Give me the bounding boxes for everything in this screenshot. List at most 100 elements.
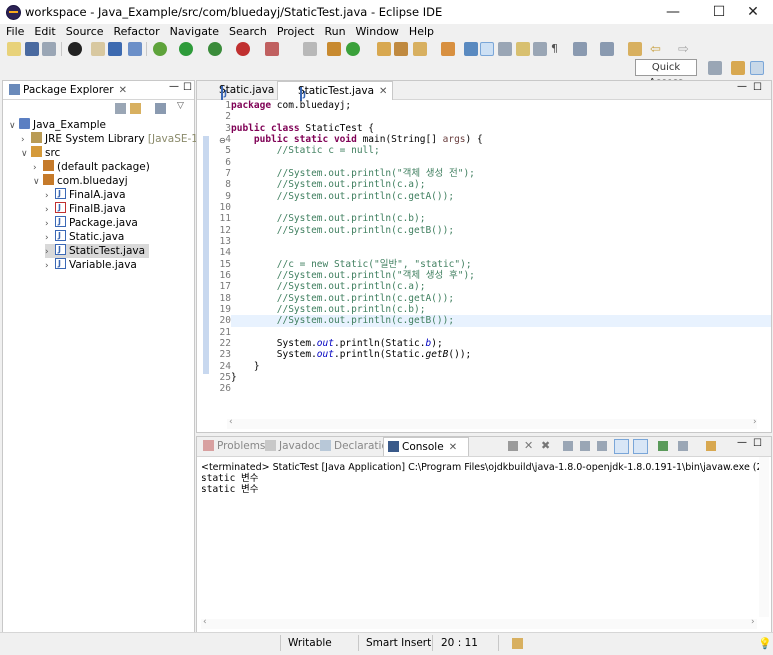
tree-item-src[interactable]: ∨ src xyxy=(21,146,60,160)
save-icon[interactable] xyxy=(25,42,39,56)
scroll-lock-icon[interactable] xyxy=(580,441,590,451)
tip-lightbulb-icon[interactable]: 💡 xyxy=(758,637,772,650)
menu-refactor[interactable]: Refactor xyxy=(109,24,165,39)
profile-icon[interactable] xyxy=(68,42,82,56)
menu-file[interactable]: File xyxy=(0,24,29,39)
tree-item-static[interactable]: › Static.java xyxy=(45,229,124,245)
tree-item-default-package[interactable]: › (default package) xyxy=(33,160,150,174)
remove-all-icon[interactable]: ✖ xyxy=(541,439,550,452)
menu-search[interactable]: Search xyxy=(224,24,272,39)
expand-arrow-icon[interactable]: › xyxy=(45,203,55,217)
new-class-icon[interactable] xyxy=(346,42,360,56)
pilcrow-icon[interactable]: ¶ xyxy=(551,42,565,56)
word-wrap-icon[interactable] xyxy=(597,441,607,451)
code-editor[interactable]: package com.bluedayj; public class Stati… xyxy=(231,100,771,395)
pen-icon[interactable] xyxy=(128,42,142,56)
tab-statictest-java[interactable]: StaticTest.java ✕ xyxy=(277,81,393,101)
java-ee-perspective-icon[interactable] xyxy=(731,61,745,75)
tree-item-jre-library[interactable]: › JRE System Library [JavaSE-1.8] xyxy=(21,132,212,146)
close-icon[interactable]: ✕ xyxy=(379,86,387,97)
open-folder-icon[interactable] xyxy=(394,42,408,56)
maximize-view-icon[interactable]: ☐ xyxy=(753,438,762,449)
open-type-icon[interactable] xyxy=(377,42,391,56)
coverage-icon[interactable] xyxy=(208,42,222,56)
expand-arrow-icon[interactable]: › xyxy=(33,161,43,175)
menu-window[interactable]: Window xyxy=(351,24,404,39)
minimize-view-icon[interactable]: — xyxy=(169,81,179,92)
tree-item-com-bluedayj[interactable]: ∨ com.bluedayj xyxy=(33,174,128,188)
expand-arrow-icon[interactable]: › xyxy=(45,259,55,273)
run-icon[interactable] xyxy=(179,42,193,56)
menu-project[interactable]: Project xyxy=(272,24,320,39)
back-icon[interactable]: ⇦ xyxy=(650,42,664,57)
minimize-button[interactable]: — xyxy=(653,0,693,24)
debug-icon[interactable] xyxy=(153,42,167,56)
link-with-editor-icon[interactable] xyxy=(130,103,141,114)
scroll-left-icon[interactable]: ‹ xyxy=(229,417,233,427)
status-insert-mode[interactable]: Smart Insert xyxy=(366,637,431,649)
scroll-left-icon[interactable]: ‹ xyxy=(203,617,207,627)
expand-arrow-icon[interactable]: › xyxy=(45,231,55,245)
open-console-icon[interactable] xyxy=(706,441,716,451)
server-icon[interactable] xyxy=(303,42,317,56)
display-console-icon[interactable] xyxy=(678,441,688,451)
expand-arrow-icon[interactable]: ∨ xyxy=(21,147,31,161)
collapse-all-icon[interactable] xyxy=(115,103,126,114)
tree-item-variable[interactable]: › Variable.java xyxy=(45,257,137,273)
editor-horizontal-scrollbar[interactable] xyxy=(227,419,757,429)
task-icon[interactable] xyxy=(108,42,122,56)
debug-skip-icon[interactable] xyxy=(91,42,105,56)
toggle-highlight-icon[interactable] xyxy=(480,42,494,56)
expand-arrow-icon[interactable]: › xyxy=(45,189,55,203)
menu-help[interactable]: Help xyxy=(404,24,439,39)
minimize-view-icon[interactable]: — xyxy=(737,437,747,448)
status-cursor-position[interactable]: 20 : 11 xyxy=(441,637,478,649)
annotation-icon[interactable] xyxy=(464,42,478,56)
terminate-icon[interactable] xyxy=(508,441,518,451)
open-task-icon[interactable] xyxy=(441,42,455,56)
console-output[interactable]: static 변수 static 변수 xyxy=(201,473,259,495)
close-button[interactable]: ✕ xyxy=(733,0,773,24)
external-tools-icon[interactable] xyxy=(236,42,250,56)
pin-console-icon[interactable] xyxy=(658,441,668,451)
console-vertical-scrollbar[interactable] xyxy=(759,457,769,617)
next-annotation-icon[interactable] xyxy=(573,42,587,56)
clear-console-icon[interactable] xyxy=(563,441,573,451)
tree-item-finala[interactable]: › FinalA.java xyxy=(45,187,126,203)
block-selection-icon[interactable] xyxy=(498,42,512,56)
close-icon[interactable]: ✕ xyxy=(119,85,127,96)
toggle-breadcrumb-icon[interactable] xyxy=(516,42,530,56)
remove-launch-icon[interactable]: ✕ xyxy=(524,439,533,452)
last-edit-icon[interactable] xyxy=(628,42,642,56)
expand-arrow-icon[interactable]: › xyxy=(45,217,55,231)
java-perspective-icon[interactable] xyxy=(750,61,764,75)
tab-console[interactable]: Console ✕ xyxy=(383,437,469,456)
expand-arrow-icon[interactable]: › xyxy=(45,245,55,259)
close-icon[interactable]: ✕ xyxy=(449,442,457,453)
view-menu-icon[interactable]: ▽ xyxy=(177,101,184,111)
fold-marker-icon[interactable]: ⊖ xyxy=(219,136,226,145)
maximize-view-icon[interactable]: ☐ xyxy=(183,82,192,93)
expand-arrow-icon[interactable]: › xyxy=(21,133,31,147)
tree-item-package[interactable]: › Package.java xyxy=(45,215,138,231)
expand-arrow-icon[interactable]: ∨ xyxy=(9,119,19,133)
tree-item-statictest[interactable]: › StaticTest.java xyxy=(45,243,150,259)
tree-item-project[interactable]: ∨ Java_Example xyxy=(9,118,106,132)
prev-annotation-icon[interactable] xyxy=(600,42,614,56)
show-stdout-icon[interactable] xyxy=(614,439,629,454)
search-icon[interactable] xyxy=(413,42,427,56)
menu-run[interactable]: Run xyxy=(319,24,350,39)
new-icon[interactable] xyxy=(7,42,21,56)
menu-edit[interactable]: Edit xyxy=(29,24,60,39)
save-all-icon[interactable] xyxy=(42,42,56,56)
minimize-view-icon[interactable]: — xyxy=(737,81,747,92)
tab-problems[interactable]: Problems xyxy=(199,437,265,455)
focus-task-icon[interactable] xyxy=(155,103,166,114)
menu-navigate[interactable]: Navigate xyxy=(165,24,224,39)
tab-javadoc[interactable]: Javadoc xyxy=(261,437,320,455)
maximize-view-icon[interactable]: ☐ xyxy=(753,82,762,93)
whitespace-icon[interactable] xyxy=(533,42,547,56)
tab-package-explorer[interactable]: Package Explorer ✕ xyxy=(5,81,127,99)
show-stderr-icon[interactable] xyxy=(633,439,648,454)
tree-item-finalb[interactable]: › FinalB.java xyxy=(45,201,126,217)
